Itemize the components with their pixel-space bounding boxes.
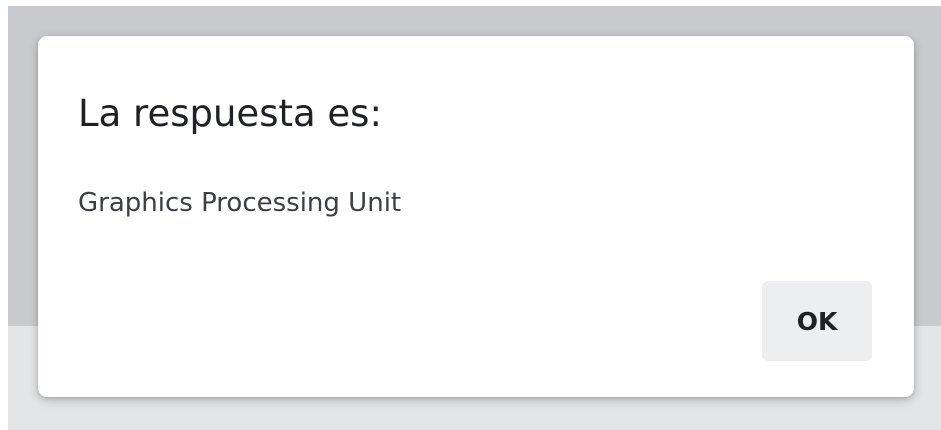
dialog-message: Graphics Processing Unit xyxy=(78,188,402,218)
alert-dialog: La respuesta es: Graphics Processing Uni… xyxy=(38,36,914,397)
dialog-title: La respuesta es: xyxy=(78,92,382,135)
ok-button[interactable]: OK xyxy=(762,281,872,361)
